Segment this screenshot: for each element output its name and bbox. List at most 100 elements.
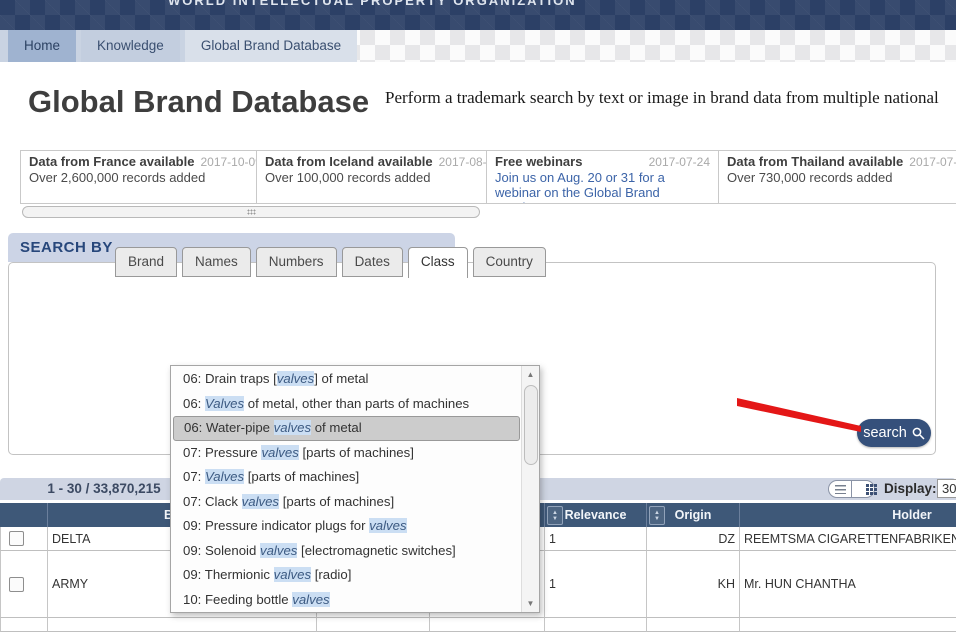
match-highlight: valves (260, 543, 297, 558)
sort-down-icon: ▼ (552, 516, 558, 522)
table-row (0, 618, 956, 632)
cell-value: Mr. HUN CHANTHA (744, 577, 856, 591)
sort-icon[interactable]: ▲▼ (649, 506, 665, 525)
news-card: Data from Thailand available2017-07-06Ov… (719, 151, 956, 203)
search-tab-names[interactable]: Names (182, 247, 251, 277)
news-body: Over 2,600,000 records added (29, 170, 248, 185)
suggestion-text: 06: Water-pipe (184, 420, 274, 435)
search-tab-brand[interactable]: Brand (115, 247, 177, 277)
column-header-origin[interactable]: ▲▼Origin (647, 503, 740, 527)
cell-origin: DZ (647, 527, 740, 551)
column-label: Holder (740, 503, 956, 527)
search-tab-numbers[interactable]: Numbers (256, 247, 337, 277)
page-title: Global Brand Database (28, 84, 369, 120)
match-highlight: valves (274, 420, 311, 435)
news-date: 2017-08-25 (439, 155, 487, 169)
news-card: Data from Iceland available2017-08-25Ove… (257, 151, 487, 203)
suggestion-item[interactable]: 10: Feeding bottle valves (171, 588, 522, 613)
search-tab-class[interactable]: Class (408, 247, 468, 278)
suggestion-text: ] of metal (314, 371, 368, 386)
class-suggestions-dropdown: 06: Drain traps [valves] of metal06: Val… (170, 365, 540, 613)
suggestion-item[interactable]: 09: Pressure indicator plugs for valves (171, 514, 522, 539)
magnifier-icon (912, 427, 925, 440)
main-nav: HomeKnowledgeGlobal Brand Database (0, 30, 956, 62)
news-ticker: Data from France available2017-10-09Over… (20, 150, 956, 204)
cell-brand (48, 618, 317, 632)
suggestion-text: 07: (183, 469, 205, 484)
sort-icon[interactable]: ▲▼ (547, 506, 563, 525)
nav-tab-home[interactable]: Home (8, 30, 76, 62)
news-date: 2017-07-06 (909, 155, 956, 169)
nav-tab-global-brand-database[interactable]: Global Brand Database (185, 30, 357, 62)
list-view-button[interactable] (829, 481, 852, 497)
cell-relevance (545, 618, 647, 632)
column-header-holder[interactable]: Holder (740, 503, 956, 527)
org-name: WORLD INTELLECTUAL PROPERTY ORGANIZATION (168, 0, 577, 8)
cell-value: DELTA (52, 532, 90, 546)
cell-c3 (317, 618, 430, 632)
news-card: Data from France available2017-10-09Over… (21, 151, 257, 203)
cell-checkbox (0, 551, 48, 618)
cell-holder: REEMTSMA CIGARETTENFABRIKEN GMBH (740, 527, 956, 551)
cell-holder (740, 618, 956, 632)
suggestion-item[interactable]: 06: Water-pipe valves of metal (173, 416, 520, 441)
page: WORLD INTELLECTUAL PROPERTY ORGANIZATION… (0, 0, 956, 632)
news-card: Free webinars2017-07-24Join us on Aug. 2… (487, 151, 719, 203)
suggestion-text: [parts of machines] (299, 445, 414, 460)
suggestion-text: 09: Thermionic (183, 567, 274, 582)
suggestion-text: of metal, other than parts of machines (244, 396, 469, 411)
column-header-checkbox[interactable] (0, 503, 48, 527)
suggestion-item[interactable]: 09: Solenoid valves [electromagnetic swi… (171, 539, 522, 564)
match-highlight: valves (292, 592, 329, 607)
suggestion-text: 10: Feeding bottle (183, 592, 292, 607)
searchby-label: SEARCH BY (20, 239, 113, 256)
suggestion-item[interactable]: 06: Valves of metal, other than parts of… (171, 392, 522, 417)
search-tab-country[interactable]: Country (473, 247, 546, 277)
suggestion-text: 09: Solenoid (183, 543, 260, 558)
nav-tab-knowledge[interactable]: Knowledge (81, 30, 180, 62)
scrollbar-grip-icon[interactable] (247, 209, 256, 215)
cell-value: 1 (549, 532, 556, 546)
scrollbar-thumb[interactable] (524, 385, 538, 465)
match-highlight: valves (277, 371, 314, 386)
match-highlight: valves (369, 518, 406, 533)
search-button-label: search (863, 425, 907, 441)
news-link[interactable]: Join us on Aug. 20 or 31 for a webinar o… (495, 170, 710, 203)
news-title: Data from Thailand available (727, 154, 903, 169)
cell-origin: KH (647, 551, 740, 618)
scroll-down-icon[interactable]: ▼ (522, 596, 539, 611)
scroll-up-icon[interactable]: ▲ (522, 367, 539, 382)
suggestion-text: 06: Drain traps [ (183, 371, 277, 386)
grid-view-button[interactable] (852, 481, 874, 497)
cell-value: REEMTSMA CIGARETTENFABRIKEN GMBH (744, 532, 956, 546)
suggestion-text: 07: Pressure (183, 445, 261, 460)
match-highlight: valves (261, 445, 298, 460)
suggestion-item[interactable]: 07: Clack valves [parts of machines] (171, 490, 522, 515)
news-date: 2017-07-24 (649, 155, 710, 169)
column-header-relevance[interactable]: ▲▼Relevance (545, 503, 647, 527)
search-tab-dates[interactable]: Dates (342, 247, 403, 277)
news-title: Data from Iceland available (265, 154, 433, 169)
suggestion-item[interactable]: 07: Valves [parts of machines] (171, 465, 522, 490)
suggestion-text: [radio] (311, 567, 351, 582)
match-highlight: valves (242, 494, 279, 509)
suggestion-text: 07: Clack (183, 494, 242, 509)
suggestion-text: of metal (311, 420, 362, 435)
row-checkbox[interactable] (9, 531, 24, 546)
cell-value: ARMY (52, 577, 88, 591)
news-scrollbar[interactable] (22, 206, 480, 218)
suggestion-item[interactable]: 07: Pressure valves [parts of machines] (171, 441, 522, 466)
suggestion-text: [parts of machines] (244, 469, 359, 484)
search-button[interactable]: search (857, 419, 931, 447)
results-count: 1 - 30 / 33,870,215 (24, 481, 184, 496)
row-checkbox[interactable] (9, 577, 24, 592)
cell-holder: Mr. HUN CHANTHA (740, 551, 956, 618)
match-highlight: Valves (205, 469, 244, 484)
suggestion-item[interactable]: 09: Thermionic valves [radio] (171, 563, 522, 588)
suggestion-item[interactable]: 06: Drain traps [valves] of metal (171, 367, 522, 392)
dropdown-scrollbar[interactable]: ▲ ▼ (521, 366, 539, 612)
suggestion-text: [electromagnetic switches] (297, 543, 455, 558)
display-count-select[interactable]: 30 (937, 479, 956, 498)
display-label: Display: (884, 481, 937, 496)
nav-tabs: HomeKnowledgeGlobal Brand Database (8, 30, 357, 62)
